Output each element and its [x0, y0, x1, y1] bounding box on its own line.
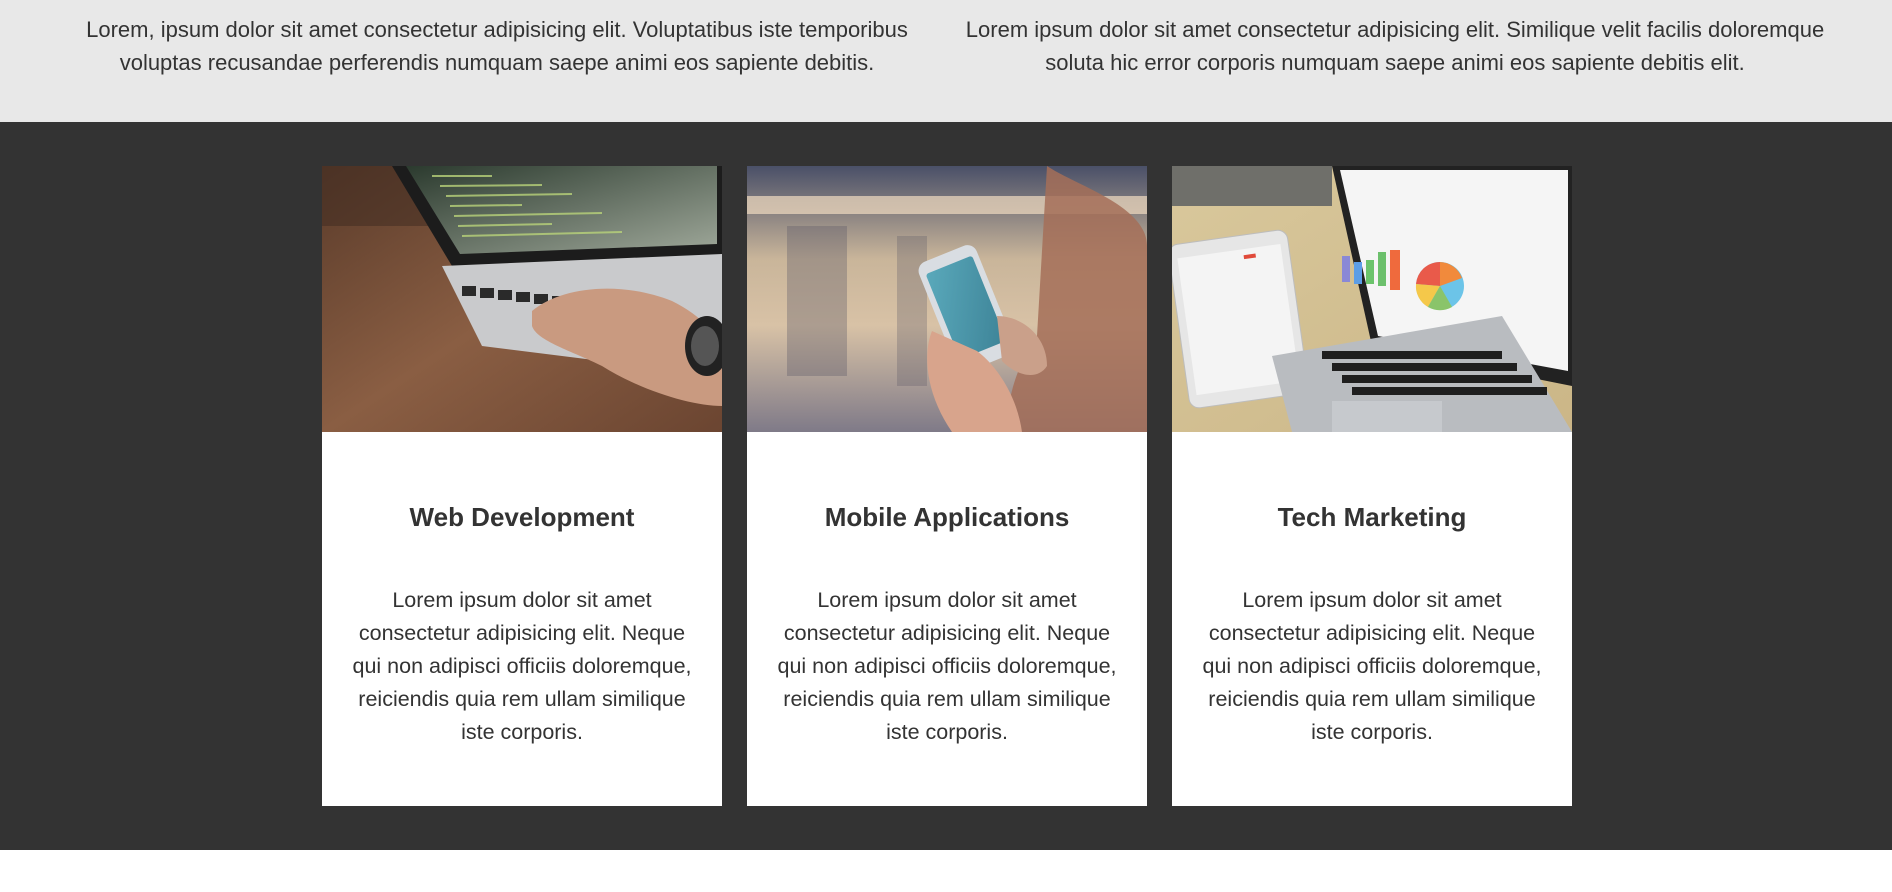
laptop-coding-image — [322, 166, 722, 432]
card-description: Lorem ipsum dolor sit amet consectetur a… — [777, 588, 1117, 744]
service-card-mobile-applications: Mobile Applications Lorem ipsum dolor si… — [747, 166, 1147, 806]
laptop-tablet-charts-image — [1172, 166, 1572, 432]
card-title: Tech Marketing — [1277, 502, 1467, 532]
service-card-web-development: Web Development Lorem ipsum dolor sit am… — [322, 166, 722, 806]
card-description: Lorem ipsum dolor sit amet consectetur a… — [352, 588, 692, 744]
intro-text-right: Lorem ipsum dolor sit amet consectetur a… — [965, 17, 1825, 75]
service-card-tech-marketing: Tech Marketing Lorem ipsum dolor sit ame… — [1172, 166, 1572, 806]
card-description: Lorem ipsum dolor sit amet consectetur a… — [1202, 588, 1542, 744]
smartphone-in-hands-image — [747, 166, 1147, 432]
card-title: Web Development — [409, 502, 635, 532]
intro-text-left: Lorem, ipsum dolor sit amet consectetur … — [86, 17, 908, 75]
page-bottom — [0, 850, 1892, 892]
card-title: Mobile Applications — [824, 502, 1070, 532]
intro-section: Lorem, ipsum dolor sit amet consectetur … — [0, 0, 1892, 122]
